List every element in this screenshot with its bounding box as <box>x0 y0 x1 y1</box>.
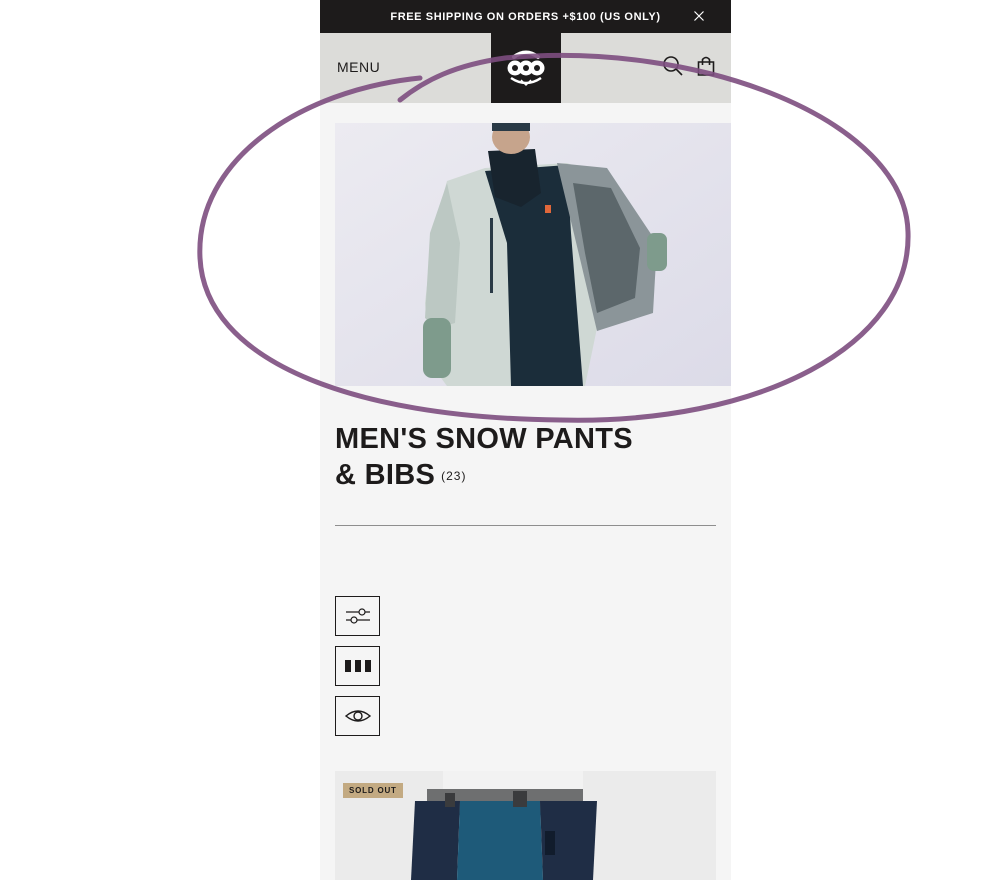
search-icon[interactable] <box>661 54 685 78</box>
sold-out-badge: SOLD OUT <box>343 783 403 798</box>
filter-button[interactable] <box>335 596 380 636</box>
site-header: MENU <box>320 33 731 103</box>
promo-bar: FREE SHIPPING ON ORDERS +$100 (US ONLY) <box>320 0 731 33</box>
promo-text: FREE SHIPPING ON ORDERS +$100 (US ONLY) <box>390 10 661 23</box>
brand-logo[interactable] <box>491 33 561 103</box>
mobile-page: FREE SHIPPING ON ORDERS +$100 (US ONLY) … <box>320 0 731 880</box>
divider <box>335 525 716 526</box>
quick-view-button[interactable] <box>335 696 380 736</box>
logo-mark-icon <box>507 50 545 87</box>
shopping-bag-icon[interactable] <box>694 54 718 78</box>
screenshot-stage: FREE SHIPPING ON ORDERS +$100 (US ONLY) … <box>0 0 1000 880</box>
product-card[interactable]: SOLD OUT <box>335 771 716 880</box>
title-line-1: MEN'S SNOW PANTS <box>335 423 633 455</box>
grid-view-button[interactable] <box>335 646 380 686</box>
product-count: (23) <box>441 469 467 484</box>
title-line-2-text: & BIBS <box>335 459 436 491</box>
menu-button[interactable]: MENU <box>337 59 380 75</box>
close-icon[interactable] <box>691 8 707 24</box>
eye-icon <box>344 710 371 722</box>
filter-sliders-icon <box>345 608 370 624</box>
hero-image <box>335 123 731 386</box>
page-title: MEN'S SNOW PANTS & BIBS (23) <box>335 421 633 494</box>
grid-view-icon <box>344 660 371 672</box>
title-line-2: & BIBS (23) <box>335 457 633 494</box>
